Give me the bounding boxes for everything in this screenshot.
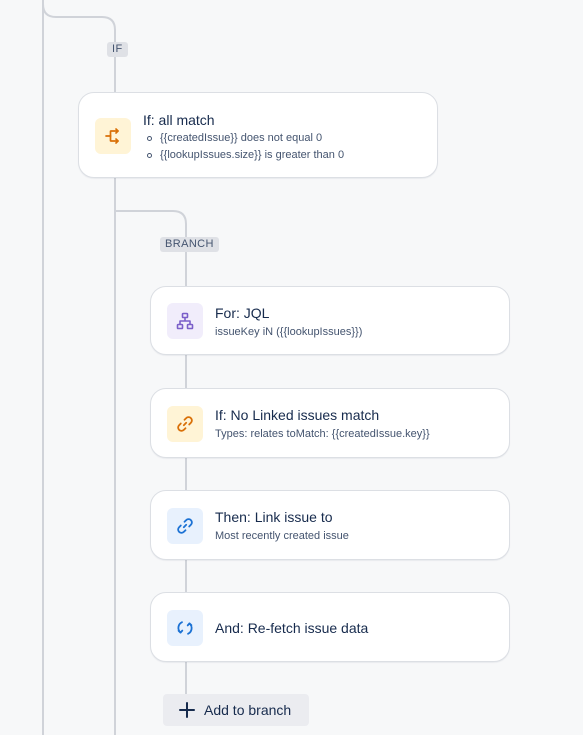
link-icon xyxy=(177,518,193,534)
action-icon-box xyxy=(167,508,203,544)
bullet-icon xyxy=(147,136,152,141)
branch-refetch-card[interactable]: And: Re-fetch issue data xyxy=(150,592,510,662)
if-condition-card[interactable]: If: all match {{createdIssue}} does not … xyxy=(78,92,438,178)
branch-link-issue-card[interactable]: Then: Link issue to Most recently create… xyxy=(150,490,510,560)
add-to-branch-label: Add to branch xyxy=(204,702,292,718)
item-title: For: JQL xyxy=(215,305,270,321)
condition-icon-box xyxy=(95,118,131,154)
branch-split-icon xyxy=(105,128,119,144)
bullet-icon xyxy=(147,153,152,158)
item-subtitle: Types: relates toMatch: {{createdIssue.k… xyxy=(215,428,430,440)
condition-item: {{lookupIssues.size}} is greater than 0 xyxy=(143,147,344,164)
branch-icon-box xyxy=(167,303,203,339)
item-subtitle: issueKey iN ({{lookupIssues}}) xyxy=(215,326,363,338)
action-icon-box xyxy=(167,610,203,646)
add-to-branch-button[interactable]: Add to branch xyxy=(163,694,309,726)
rule-canvas: IF If: all match {{createdIssue}} does n… xyxy=(0,0,583,735)
item-title: Then: Link issue to xyxy=(215,509,333,525)
plus-icon xyxy=(178,701,196,719)
branch-tag: BRANCH xyxy=(160,237,219,252)
branch-if-no-linked-card[interactable]: If: No Linked issues match Types: relate… xyxy=(150,388,510,458)
if-connector-line xyxy=(42,0,116,93)
item-title: And: Re-fetch issue data xyxy=(215,620,369,636)
item-title: If: No Linked issues match xyxy=(215,407,380,423)
if-card-title: If: all match xyxy=(143,112,215,128)
condition-item: {{createdIssue}} does not equal 0 xyxy=(143,130,344,147)
branch-for-jql-card[interactable]: For: JQL issueKey iN ({{lookupIssues}}) xyxy=(150,286,510,355)
hierarchy-icon xyxy=(176,312,194,330)
refresh-icon xyxy=(177,621,193,635)
if-tag: IF xyxy=(107,42,128,57)
condition-icon-box xyxy=(167,406,203,442)
if-conditions-list: {{createdIssue}} does not equal 0 {{look… xyxy=(143,130,344,164)
item-subtitle: Most recently created issue xyxy=(215,530,349,542)
link-icon xyxy=(177,416,193,432)
